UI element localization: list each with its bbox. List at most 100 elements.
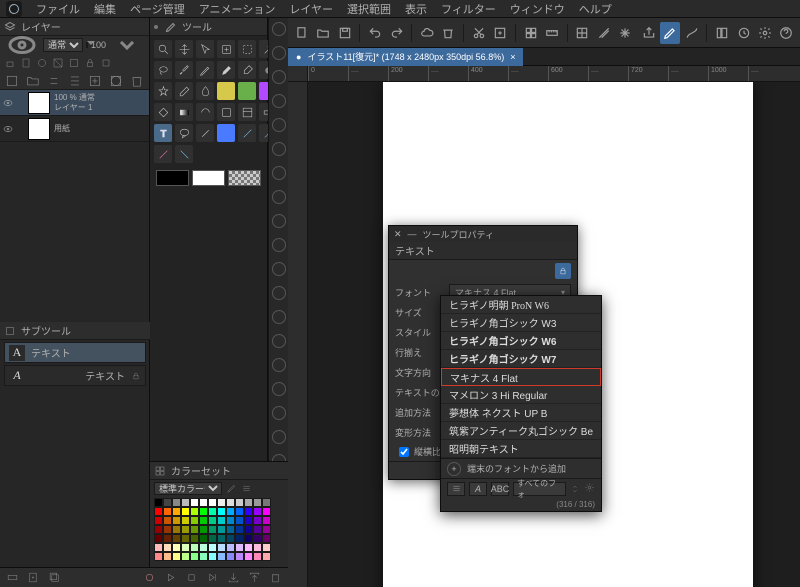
color-swatch[interactable] xyxy=(244,543,253,552)
brush-preset[interactable] xyxy=(272,430,286,444)
color-swatch[interactable] xyxy=(253,543,262,552)
brush-preset[interactable] xyxy=(272,286,286,300)
new-layer-icon[interactable] xyxy=(4,73,20,89)
trash-icon[interactable] xyxy=(129,73,145,89)
fit-icon[interactable] xyxy=(490,22,509,44)
brush-preset[interactable] xyxy=(272,94,286,108)
eyedropper-tool-icon[interactable] xyxy=(175,61,193,79)
color-swatch[interactable] xyxy=(190,507,199,516)
font-option[interactable]: マキナス 4 Flat xyxy=(441,368,601,386)
menu-filter[interactable]: フィルター xyxy=(441,1,496,17)
color-swatch[interactable] xyxy=(199,516,208,525)
color-swatch[interactable] xyxy=(235,552,244,561)
font-option[interactable]: 昭明朝テキスト xyxy=(441,440,601,458)
menu-layer[interactable]: レイヤー xyxy=(289,1,333,17)
export-icon[interactable] xyxy=(227,571,240,584)
settings-icon[interactable] xyxy=(755,22,774,44)
color-swatch[interactable] xyxy=(226,525,235,534)
fg-color[interactable] xyxy=(156,170,189,186)
play-icon[interactable] xyxy=(164,571,177,584)
color-swatch[interactable] xyxy=(244,552,253,561)
color-swatch[interactable] xyxy=(199,534,208,543)
clip-icon[interactable] xyxy=(20,57,32,69)
color-swatch[interactable] xyxy=(217,552,226,561)
colorset-menu-icon[interactable] xyxy=(241,483,252,494)
pen-tool-icon[interactable] xyxy=(196,61,214,79)
color-swatch[interactable] xyxy=(253,516,262,525)
color-swatch[interactable] xyxy=(244,516,253,525)
color-swatch[interactable] xyxy=(154,552,163,561)
color-swatch[interactable] xyxy=(181,534,190,543)
new-file-icon[interactable] xyxy=(292,22,311,44)
brush-preset[interactable] xyxy=(272,22,286,36)
mask-create-icon[interactable] xyxy=(108,73,124,89)
snap-grid-icon[interactable] xyxy=(573,22,592,44)
ruler-icon[interactable] xyxy=(542,22,561,44)
preview-a-icon[interactable]: A xyxy=(469,482,487,496)
color-swatch[interactable] xyxy=(163,516,172,525)
color-swatch[interactable] xyxy=(154,525,163,534)
shape-tool-icon[interactable] xyxy=(217,103,235,121)
color-swatch[interactable] xyxy=(181,552,190,561)
color-swatch[interactable] xyxy=(244,498,253,507)
color-swatch[interactable] xyxy=(190,534,199,543)
color-swatch[interactable] xyxy=(262,507,271,516)
cut-icon[interactable] xyxy=(469,22,488,44)
grid-icon[interactable] xyxy=(521,22,540,44)
color-swatch[interactable] xyxy=(253,534,262,543)
color-swatch[interactable] xyxy=(190,543,199,552)
zoom-tool-icon[interactable] xyxy=(154,40,172,58)
menu-help[interactable]: ヘルプ xyxy=(579,1,612,17)
delete-icon[interactable] xyxy=(439,22,458,44)
color-swatch[interactable] xyxy=(199,507,208,516)
menu-window[interactable]: ウィンドウ xyxy=(510,1,565,17)
opacity-slider[interactable] xyxy=(86,42,88,48)
brush-preset[interactable] xyxy=(272,382,286,396)
transparent-color[interactable] xyxy=(228,170,261,186)
color-swatch[interactable] xyxy=(172,507,181,516)
colorset-select[interactable]: 標準カラーセット xyxy=(154,482,222,495)
font-option[interactable]: マメロン 3 Hi Regular xyxy=(441,386,601,404)
subtool-header[interactable]: サブツール xyxy=(0,322,150,340)
fill-tool-icon[interactable] xyxy=(154,103,172,121)
document-tab[interactable]: ● イラスト11[復元]* (1748 x 2480px 350dpi 56.8… xyxy=(288,48,523,66)
eraser-tool-icon[interactable] xyxy=(175,82,193,100)
brush-preset[interactable] xyxy=(272,46,286,60)
brush-preset[interactable] xyxy=(272,70,286,84)
visibility-icon[interactable] xyxy=(2,97,14,109)
deco-tool-icon[interactable] xyxy=(154,82,172,100)
line-tool-a-icon[interactable] xyxy=(238,124,256,142)
color-swatch[interactable] xyxy=(154,543,163,552)
add-page-icon[interactable] xyxy=(27,571,40,584)
move-tool-icon[interactable] xyxy=(175,40,193,58)
menu-page[interactable]: ページ管理 xyxy=(130,1,185,17)
color-swatch[interactable] xyxy=(172,543,181,552)
brush-preset[interactable] xyxy=(272,142,286,156)
add-font-row[interactable]: + 端末のフォントから追加 xyxy=(441,458,601,478)
edit-icon[interactable] xyxy=(226,483,237,494)
font-option[interactable]: 夢想体 ネクスト UP B xyxy=(441,404,601,422)
font-option[interactable]: ヒラギノ明朝 ProN W6 xyxy=(441,296,601,314)
color-swatch[interactable] xyxy=(199,525,208,534)
color-swatch[interactable] xyxy=(154,534,163,543)
liquify-tool-icon[interactable] xyxy=(217,124,235,142)
color-swatch[interactable] xyxy=(190,498,199,507)
color-swatch[interactable] xyxy=(262,516,271,525)
cloud-icon[interactable] xyxy=(417,22,436,44)
new-raster-icon[interactable] xyxy=(87,73,103,89)
color-swatch[interactable] xyxy=(262,552,271,561)
duplicate-icon[interactable] xyxy=(48,571,61,584)
brush-preset[interactable] xyxy=(272,358,286,372)
brush-preset[interactable] xyxy=(272,238,286,252)
share-icon[interactable] xyxy=(639,22,658,44)
color-swatch[interactable] xyxy=(154,507,163,516)
merge-icon[interactable] xyxy=(67,73,83,89)
snap-ruler-icon[interactable] xyxy=(594,22,613,44)
color-swatch[interactable] xyxy=(172,552,181,561)
color-swatch[interactable] xyxy=(208,552,217,561)
panel-title[interactable]: ツールプロパティ xyxy=(423,228,494,241)
menu-file[interactable]: ファイル xyxy=(36,1,80,17)
color-swatch[interactable] xyxy=(226,507,235,516)
trash-icon[interactable] xyxy=(269,571,282,584)
color-swatch[interactable] xyxy=(208,516,217,525)
